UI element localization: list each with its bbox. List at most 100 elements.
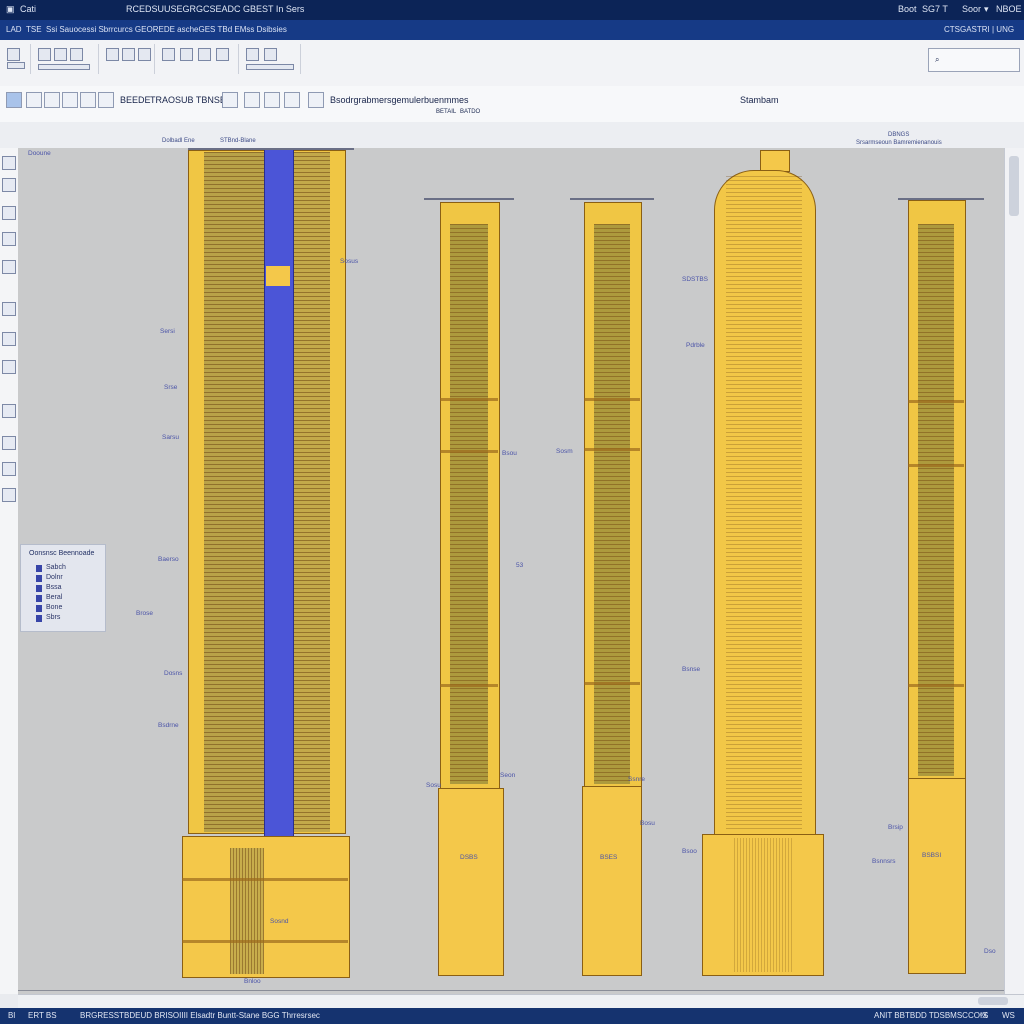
column-2-footing[interactable] bbox=[438, 788, 504, 976]
app-icon[interactable]: ▣ bbox=[6, 4, 15, 15]
view-label[interactable]: Stambam bbox=[740, 95, 779, 105]
scroll-thumb[interactable] bbox=[1009, 156, 1019, 216]
open-icon[interactable] bbox=[7, 62, 25, 69]
block-tool-icon[interactable] bbox=[308, 92, 324, 108]
column-3-top-line bbox=[570, 198, 654, 200]
c1-top-label: Dooune bbox=[28, 150, 51, 157]
c5-label-a: Brsip bbox=[888, 824, 903, 831]
snap-tool-icon[interactable] bbox=[98, 92, 114, 108]
scale-icon[interactable] bbox=[198, 48, 211, 61]
title-bar: ▣ Cati RCEDSUUSEGRGCSEADC GBEST In Sers … bbox=[0, 0, 1024, 20]
grid-tool-icon[interactable] bbox=[80, 92, 96, 108]
c4-label-d: Bsoo bbox=[682, 848, 697, 855]
menu-path[interactable]: Ssi Sauocessi Sbrrcurcs GEOREDE ascheGES… bbox=[46, 25, 287, 34]
c2-mid-label: Seon bbox=[500, 772, 516, 779]
column-5-band-2 bbox=[908, 464, 964, 467]
legend-label: Bone bbox=[46, 604, 63, 611]
panel-tool-10-icon[interactable] bbox=[2, 436, 16, 450]
dim-tool-icon[interactable] bbox=[264, 92, 280, 108]
panel-tool-11-icon[interactable] bbox=[2, 462, 16, 476]
status-left-b: ERT BS bbox=[28, 1011, 57, 1020]
ruler-label-d: Srsarmseoun Bamremienanouis bbox=[856, 140, 942, 146]
column-3-footing[interactable] bbox=[582, 786, 642, 976]
column-4-footing-hatch bbox=[734, 838, 792, 972]
legend-label: Dolnr bbox=[46, 574, 63, 581]
column-5-footing[interactable] bbox=[908, 778, 966, 974]
cut-icon[interactable] bbox=[38, 48, 51, 61]
c5-base-label: Dso bbox=[984, 948, 996, 955]
copy-icon[interactable] bbox=[54, 48, 67, 61]
line-icon[interactable] bbox=[106, 48, 119, 61]
title-right-a: Boot bbox=[898, 4, 917, 14]
column-1-footing[interactable] bbox=[182, 836, 350, 978]
menu-bar: LAD TSE Ssi Sauocessi Sbrrcurcs GEOREDE … bbox=[0, 20, 1024, 40]
arrow-tool-icon[interactable] bbox=[222, 92, 238, 108]
circle-icon[interactable] bbox=[122, 48, 135, 61]
mirror-icon[interactable] bbox=[216, 48, 229, 61]
c1-label-d: Baerso bbox=[158, 556, 179, 563]
ruler-label-c: DBNGS bbox=[888, 132, 910, 138]
column-2-band-2 bbox=[440, 450, 498, 453]
status-coords: WS bbox=[1002, 1011, 1015, 1020]
column-3-band-1 bbox=[584, 398, 640, 401]
pan-tool-icon[interactable] bbox=[26, 92, 42, 108]
sub-label-b: BATDO bbox=[460, 109, 481, 115]
status-zoom[interactable]: ᵒS bbox=[980, 1011, 988, 1020]
search-box[interactable]: ⌕ bbox=[928, 48, 1020, 72]
column-1-left-rebar bbox=[204, 152, 264, 832]
select-tool-icon[interactable] bbox=[6, 92, 22, 108]
column-5-core bbox=[918, 224, 954, 776]
properties-icon[interactable] bbox=[264, 48, 277, 61]
column-2-band-3 bbox=[440, 684, 498, 687]
hatch-tool-icon[interactable] bbox=[284, 92, 300, 108]
drawing-toolbar: BEEDE TRAOSUB TBNSE Bsodrgrabmersgemuler… bbox=[0, 86, 1024, 123]
c3-left-label: Sosm bbox=[556, 448, 573, 455]
title-right-c: Soor bbox=[962, 4, 982, 14]
hscroll-thumb[interactable] bbox=[978, 997, 1008, 1005]
chevron-down-icon[interactable]: ▾ bbox=[984, 4, 989, 15]
new-icon[interactable] bbox=[7, 48, 20, 61]
panel-tool-5-icon[interactable] bbox=[2, 260, 16, 274]
measure-tool-icon[interactable] bbox=[62, 92, 78, 108]
panel-tool-12-icon[interactable] bbox=[2, 488, 16, 502]
menu-right[interactable]: CTSGASTRI | UNG bbox=[944, 25, 1014, 34]
vertical-scrollbar[interactable] bbox=[1004, 148, 1024, 994]
legend-panel[interactable]: Oonsnsc Beennoade Sabch Dolnr Bssa Beral… bbox=[20, 544, 106, 632]
c5-label-b: Bsnnsrs bbox=[872, 858, 896, 865]
menu-item-a[interactable]: LAD bbox=[6, 25, 22, 34]
field-label[interactable]: TRAOSUB TBNSE bbox=[150, 95, 226, 105]
column-3-core bbox=[594, 224, 630, 784]
move-icon[interactable] bbox=[162, 48, 175, 61]
column-1-band-1 bbox=[182, 878, 348, 881]
panel-tool-7-icon[interactable] bbox=[2, 332, 16, 346]
layer-icon[interactable] bbox=[246, 48, 259, 61]
horizontal-scrollbar[interactable] bbox=[18, 994, 1024, 1009]
column-2-band-1 bbox=[440, 398, 498, 401]
column-1-top-line bbox=[188, 148, 354, 150]
c3-bottom-label: Bosu bbox=[640, 820, 655, 827]
paste-icon[interactable] bbox=[70, 48, 83, 61]
panel-tool-6-icon[interactable] bbox=[2, 302, 16, 316]
ruler-label-b: STBnd-Blane bbox=[220, 138, 256, 144]
column-1-right-rebar bbox=[290, 152, 330, 832]
panel-tool-1-icon[interactable] bbox=[2, 156, 16, 170]
c2-base-label: DSBS bbox=[460, 854, 478, 861]
status-middle: BRGRESSTBDEUD BRISOIIII Elsadtr Buntt-St… bbox=[80, 1011, 320, 1020]
column-5-band-3 bbox=[908, 684, 964, 687]
panel-tool-9-icon[interactable] bbox=[2, 404, 16, 418]
column-4-rebar bbox=[726, 176, 802, 832]
panel-tool-2-icon[interactable] bbox=[2, 178, 16, 192]
arc-icon[interactable] bbox=[138, 48, 151, 61]
panel-tool-3-icon[interactable] bbox=[2, 206, 16, 220]
sub-label-a: BETAIL bbox=[436, 109, 457, 115]
rotate-icon[interactable] bbox=[180, 48, 193, 61]
drawing-canvas[interactable]: Dooune Sersi Srse Sarsu Baerso Brose Dos… bbox=[18, 148, 1004, 994]
zoom-tool-icon[interactable] bbox=[44, 92, 60, 108]
menu-item-b[interactable]: TSE bbox=[26, 25, 42, 34]
drop-label[interactable]: BEEDE bbox=[120, 95, 151, 105]
panel-tool-4-icon[interactable] bbox=[2, 232, 16, 246]
panel-tool-8-icon[interactable] bbox=[2, 360, 16, 374]
left-tool-panel bbox=[0, 148, 19, 994]
legend-label: Sbrs bbox=[46, 614, 61, 621]
text-tool-icon[interactable] bbox=[244, 92, 260, 108]
